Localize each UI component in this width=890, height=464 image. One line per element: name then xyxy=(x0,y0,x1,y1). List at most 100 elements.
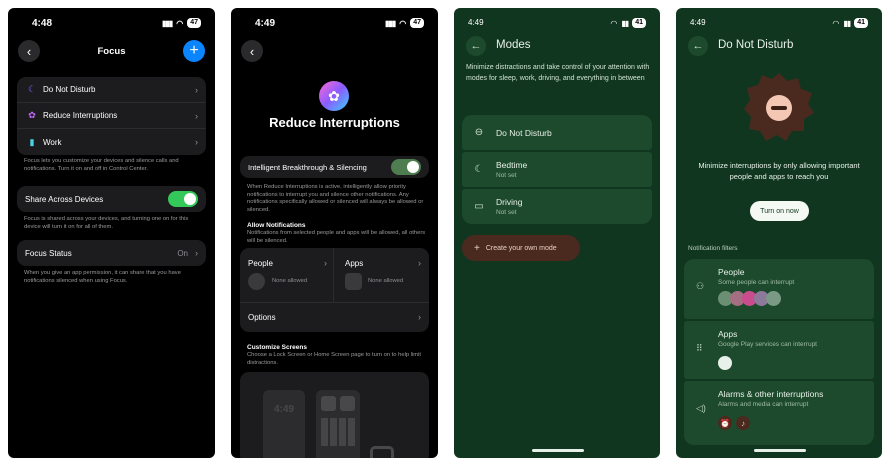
wifi-icon: ◠ xyxy=(610,18,618,28)
filters-heading: Notification filters xyxy=(688,245,738,252)
allow-heading: Allow Notifications xyxy=(247,222,306,229)
mode-bedtime[interactable]: ☾ Bedtime Not set xyxy=(462,152,652,187)
mode-title: Bedtime xyxy=(496,160,528,170)
signal-icon: ▮▮▮ xyxy=(162,18,173,28)
allow-group: People › None allowed Apps › None allowe… xyxy=(240,248,429,332)
focus-status-row[interactable]: Focus Status On › xyxy=(17,240,206,266)
breakthrough-label: Intelligent Breakthrough & Silencing xyxy=(248,162,367,172)
lock-screen-preview[interactable]: 4:49 xyxy=(263,390,305,458)
speaker-icon: ◁) xyxy=(696,403,706,413)
focus-list: ☾ Do Not Disturb › ✿ Reduce Interruption… xyxy=(17,77,206,155)
chevron-right-icon: › xyxy=(195,248,198,258)
mode-do-not-disturb[interactable]: ⊖ Do Not Disturb xyxy=(462,115,652,150)
gesture-bar xyxy=(532,449,584,452)
status-bar: 4:49 ▮▮▮ ◠ 47 xyxy=(231,18,438,32)
android-modes-screen: 4:49 ◠ ▮▮ 41 ← Modes Minimize distractio… xyxy=(454,8,660,458)
share-group: Share Across Devices xyxy=(17,186,206,212)
filter-people[interactable]: ⚇ People Some people can interrupt xyxy=(684,259,874,319)
page-title: Reduce Interruptions xyxy=(269,115,400,130)
badge-icon: ▮ xyxy=(29,136,35,147)
status-bar: 4:48 ▮▮▮ ◠ 47 xyxy=(8,18,215,32)
car-icon: ▭ xyxy=(474,201,484,212)
options-label: Options xyxy=(248,313,276,322)
focus-status-footer: When you give an app permission, it can … xyxy=(24,270,181,284)
options-row[interactable]: Options › xyxy=(240,302,429,332)
status-time: 4:49 xyxy=(255,18,276,29)
wifi-icon: ◠ xyxy=(832,18,840,28)
filter-apps[interactable]: ⠿ Apps Google Play services can interrup… xyxy=(684,321,874,379)
reduce-interruptions-app-icon: ✿ xyxy=(319,81,349,111)
signal-icon: ▮▮ xyxy=(843,18,851,28)
music-note-icon: ♪ xyxy=(736,416,750,430)
plus-icon: + xyxy=(189,42,199,59)
dnd-description: Minimize interruptions by only allowing … xyxy=(698,161,860,181)
google-play-services-icon xyxy=(718,356,732,370)
mode-title: Do Not Disturb xyxy=(496,127,552,138)
create-mode-button[interactable]: + Create your own mode xyxy=(462,235,580,261)
filter-title: Alarms & other interruptions xyxy=(718,389,824,399)
chevron-left-icon: ‹ xyxy=(249,43,255,59)
moon-icon: ☾ xyxy=(27,84,37,94)
page-title: Modes xyxy=(496,39,531,51)
moon-icon: ☾ xyxy=(474,164,484,175)
filter-sub: Google Play services can interrupt xyxy=(718,341,817,348)
breakthrough-desc: When Reduce Interruptions is active, int… xyxy=(247,184,424,213)
chevron-right-icon: › xyxy=(195,84,198,95)
apps-label: Apps xyxy=(345,259,364,268)
people-none-allowed: None allowed xyxy=(272,278,308,284)
watch-preview-icon xyxy=(370,446,394,458)
status-bar: 4:49 ◠ ▮▮ 41 xyxy=(676,18,882,32)
battery-icon: 47 xyxy=(187,18,201,28)
share-toggle[interactable] xyxy=(168,191,198,207)
status-bar: 4:49 ◠ ▮▮ 41 xyxy=(454,18,660,32)
focus-item-label: Do Not Disturb xyxy=(43,85,96,94)
filter-title: Apps xyxy=(718,329,738,339)
allow-desc: Notifications from selected people and a… xyxy=(247,230,426,244)
focus-item-do-not-disturb[interactable]: ☾ Do Not Disturb › xyxy=(17,77,206,103)
chevron-right-icon: › xyxy=(324,258,327,268)
battery-icon: 41 xyxy=(632,18,646,28)
app-grid-icon xyxy=(321,418,355,446)
status-icons: ◠ ▮▮ 41 xyxy=(832,18,868,28)
breakthrough-toggle[interactable] xyxy=(391,159,421,175)
back-button[interactable]: ← xyxy=(688,36,708,56)
share-footer: Focus is shared across your devices, and… xyxy=(24,216,189,230)
share-label: Share Across Devices xyxy=(25,194,104,204)
status-icons: ▮▮▮ ◠ 47 xyxy=(162,18,201,28)
status-time: 4:49 xyxy=(690,18,706,27)
home-screen-preview[interactable] xyxy=(316,390,360,458)
status-icons: ▮▮▮ ◠ 47 xyxy=(385,18,424,28)
mode-sub: Not set xyxy=(496,172,517,179)
add-focus-button[interactable]: + xyxy=(183,40,205,62)
people-cell[interactable]: People › None allowed xyxy=(240,248,334,302)
filter-alarms[interactable]: ◁) Alarms & other interruptions Alarms a… xyxy=(684,381,874,445)
mode-driving[interactable]: ▭ Driving Not set xyxy=(462,189,652,224)
page-title: Do Not Disturb xyxy=(718,39,794,51)
signal-icon: ▮▮▮ xyxy=(385,18,396,28)
modes-description: Minimize distractions and take control o… xyxy=(466,64,650,82)
widget-icon xyxy=(340,396,355,411)
alarm-icon: ⏰ xyxy=(718,416,732,430)
plus-icon: + xyxy=(474,242,480,254)
turn-on-now-button[interactable]: Turn on now xyxy=(750,201,809,221)
customize-screens-panel: 4:49 xyxy=(240,372,429,458)
android-dnd-screen: 4:49 ◠ ▮▮ 41 ← Do Not Disturb Minimize i… xyxy=(676,8,882,458)
apps-cell[interactable]: Apps › None allowed xyxy=(335,248,429,302)
focus-item-reduce-interruptions[interactable]: ✿ Reduce Interruptions › xyxy=(17,103,206,129)
people-label: People xyxy=(248,259,273,268)
focus-status-label: Focus Status xyxy=(25,248,72,258)
ios-focus-screen: 4:48 ▮▮▮ ◠ 47 ‹ Focus + ☾ Do Not Disturb… xyxy=(8,8,215,458)
mode-title: Driving xyxy=(496,197,523,207)
apps-none-allowed: None allowed xyxy=(368,278,404,284)
focus-status-group: Focus Status On › xyxy=(17,240,206,266)
share-across-devices-row: Share Across Devices xyxy=(17,186,206,212)
breakthrough-group: Intelligent Breakthrough & Silencing xyxy=(240,156,429,178)
filter-sub: Alarms and media can interrupt xyxy=(718,401,809,408)
wifi-icon: ◠ xyxy=(176,18,184,28)
battery-icon: 47 xyxy=(410,18,424,28)
back-button[interactable]: ← xyxy=(466,36,486,56)
focus-item-label: Work xyxy=(43,137,62,147)
status-icons: ◠ ▮▮ 41 xyxy=(610,18,646,28)
back-button[interactable]: ‹ xyxy=(241,40,263,62)
focus-item-work[interactable]: ▮ Work › xyxy=(17,129,206,155)
